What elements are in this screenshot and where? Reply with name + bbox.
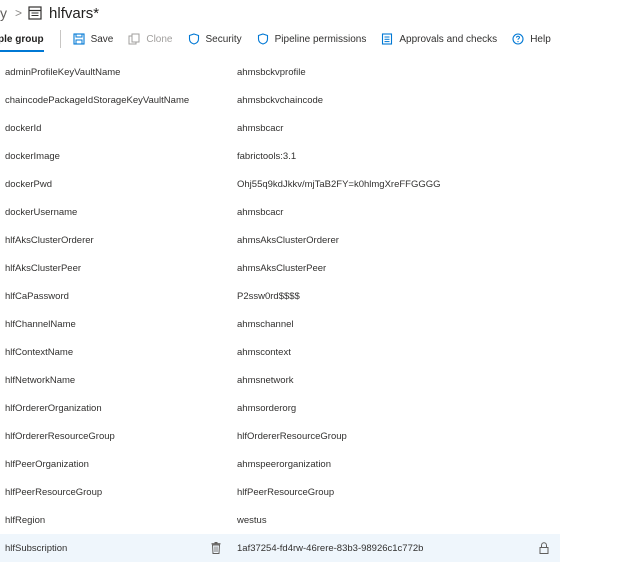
- variable-row[interactable]: dockerUsername ahmsbcacr: [0, 198, 560, 226]
- checklist-icon: [382, 33, 393, 45]
- variable-row[interactable]: hlfPeerOrganization ahmspeerorganization: [0, 450, 560, 478]
- variable-value[interactable]: ahmsorderorg: [237, 403, 296, 414]
- clone-icon: [128, 33, 140, 45]
- delete-icon[interactable]: [211, 542, 221, 554]
- variable-value[interactable]: ahmscontext: [237, 347, 291, 358]
- variable-row[interactable]: hlfOrdererOrganization ahmsorderorg: [0, 394, 560, 422]
- variable-name[interactable]: hlfAksClusterOrderer: [5, 235, 94, 246]
- variable-name[interactable]: dockerUsername: [5, 207, 77, 218]
- variable-name[interactable]: dockerId: [5, 123, 41, 134]
- toolbar: ple group Save Clone Security Pipeline p…: [0, 26, 624, 52]
- save-button[interactable]: Save: [73, 33, 114, 45]
- toolbar-divider: [59, 30, 61, 48]
- page-title: hlfvars*: [49, 4, 100, 22]
- variable-row[interactable]: hlfRegion westus: [0, 506, 560, 534]
- variable-row[interactable]: hlfNetworkName ahmsnetwork: [0, 366, 560, 394]
- variable-name[interactable]: hlfChannelName: [5, 319, 76, 330]
- variable-value[interactable]: fabrictools:3.1: [237, 151, 296, 162]
- tab-label: ple group: [0, 33, 44, 45]
- variable-row[interactable]: hlfSubscription 1af37254-fd4rw-46rere-83b…: [0, 534, 560, 562]
- variable-name[interactable]: hlfOrdererOrganization: [5, 403, 102, 414]
- variable-value[interactable]: ahmspeerorganization: [237, 459, 331, 470]
- variable-row[interactable]: chaincodePackageIdStorageKeyVaultName ahm…: [0, 86, 560, 114]
- variable-name[interactable]: chaincodePackageIdStorageKeyVaultName: [5, 95, 189, 106]
- clone-label: Clone: [146, 33, 173, 45]
- lock-icon[interactable]: [539, 542, 549, 554]
- variable-value[interactable]: Ohj55q9kdJkkv/mjTaB2FY=k0hlmgXreFFGGGG: [237, 179, 441, 190]
- variable-value[interactable]: ahmsbcacr: [237, 207, 283, 218]
- pipeline-permissions-button[interactable]: Pipeline permissions: [257, 33, 367, 45]
- variable-row[interactable]: hlfContextName ahmscontext: [0, 338, 560, 366]
- variable-value[interactable]: ahmschannel: [237, 319, 294, 330]
- variable-name[interactable]: dockerImage: [5, 151, 60, 162]
- variable-name[interactable]: hlfSubscription: [5, 543, 67, 554]
- variable-row[interactable]: hlfOrdererResourceGroup hlfOrdererResourc…: [0, 422, 560, 450]
- variable-value[interactable]: hlfPeerResourceGroup: [237, 487, 334, 498]
- variable-row[interactable]: dockerId ahmsbcacr: [0, 114, 560, 142]
- save-label: Save: [90, 33, 114, 45]
- variable-name[interactable]: hlfContextName: [5, 347, 73, 358]
- variable-value[interactable]: ahmsbckvchaincode: [237, 95, 323, 106]
- security-button[interactable]: Security: [188, 33, 242, 45]
- breadcrumb: y > hlfvars*: [0, 0, 624, 26]
- variable-value[interactable]: ahmsbcacr: [237, 123, 283, 134]
- variable-row[interactable]: hlfCaPassword P2ssw0rd$$$$: [0, 282, 560, 310]
- variable-name[interactable]: hlfOrdererResourceGroup: [5, 431, 115, 442]
- approvals-checks-button[interactable]: Approvals and checks: [381, 33, 497, 45]
- library-icon: [28, 6, 42, 20]
- variable-name[interactable]: hlfCaPassword: [5, 291, 69, 302]
- variable-row[interactable]: hlfPeerResourceGroup hlfPeerResourceGroup: [0, 478, 560, 506]
- breadcrumb-parent-link[interactable]: y: [0, 5, 7, 21]
- breadcrumb-separator: >: [15, 6, 23, 20]
- variable-value[interactable]: ahmsAksClusterOrderer: [237, 235, 339, 246]
- variable-name[interactable]: hlfPeerOrganization: [5, 459, 89, 470]
- variable-name[interactable]: hlfAksClusterPeer: [5, 263, 81, 274]
- pipeline-permissions-label: Pipeline permissions: [274, 33, 367, 45]
- clone-button[interactable]: Clone: [128, 33, 173, 45]
- variable-row[interactable]: dockerPwd Ohj55q9kdJkkv/mjTaB2FY=k0hlmgXr…: [0, 170, 560, 198]
- help-button[interactable]: Help: [512, 33, 551, 45]
- variable-row[interactable]: hlfChannelName ahmschannel: [0, 310, 560, 338]
- variable-value[interactable]: ahmsbckvprofile: [237, 67, 306, 78]
- variable-value[interactable]: P2ssw0rd$$$$: [237, 291, 300, 302]
- variable-value[interactable]: 1af37254-fd4rw-46rere-83b3-98926c1c772b: [237, 543, 423, 554]
- variable-name[interactable]: dockerPwd: [5, 179, 52, 190]
- variable-name[interactable]: adminProfileKeyVaultName: [5, 67, 120, 78]
- shield-icon: [257, 33, 268, 45]
- variable-row[interactable]: hlfAksClusterPeer ahmsAksClusterPeer: [0, 254, 560, 282]
- variable-name[interactable]: hlfRegion: [5, 515, 45, 526]
- variable-row[interactable]: adminProfileKeyVaultName ahmsbckvprofile: [0, 58, 560, 86]
- security-label: Security: [205, 33, 242, 45]
- variable-value[interactable]: hlfOrdererResourceGroup: [237, 431, 347, 442]
- variables-table: adminProfileKeyVaultName ahmsbckvprofile c…: [0, 58, 560, 562]
- variable-name[interactable]: hlfPeerResourceGroup: [5, 487, 102, 498]
- shield-icon: [188, 33, 199, 45]
- variable-row[interactable]: hlfAksClusterOrderer ahmsAksClusterOrdere…: [0, 226, 560, 254]
- variable-value[interactable]: ahmsAksClusterPeer: [237, 263, 326, 274]
- save-icon: [73, 33, 85, 45]
- variable-value[interactable]: westus: [237, 515, 267, 526]
- variable-value[interactable]: ahmsnetwork: [237, 375, 294, 386]
- variable-name[interactable]: hlfNetworkName: [5, 375, 75, 386]
- tab-variable-group[interactable]: ple group: [0, 26, 48, 52]
- variable-row[interactable]: dockerImage fabrictools:3.1: [0, 142, 560, 170]
- approvals-checks-label: Approvals and checks: [399, 33, 498, 45]
- help-icon: [512, 33, 524, 45]
- help-label: Help: [530, 33, 551, 45]
